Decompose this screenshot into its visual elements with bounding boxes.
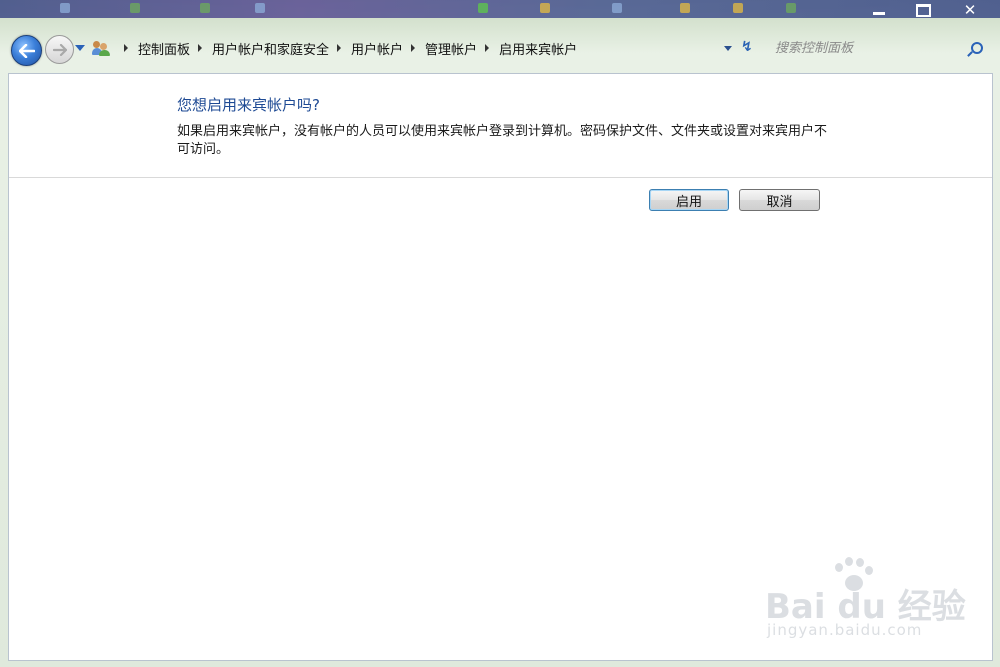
breadcrumb-separator-icon[interactable] (124, 44, 128, 52)
breadcrumb-separator-icon[interactable] (485, 44, 490, 52)
navigation-bar: 控制面板 用户帐户和家庭安全 用户帐户 管理帐户 启用来宾帐户 ↯ (0, 26, 1000, 72)
search-icon[interactable] (971, 42, 983, 54)
back-button[interactable] (11, 35, 42, 66)
background-taskbar-strip (0, 0, 1000, 18)
breadcrumb-manage-accounts[interactable]: 管理帐户 (425, 39, 477, 58)
address-bar[interactable]: 控制面板 用户帐户和家庭安全 用户帐户 管理帐户 启用来宾帐户 (88, 35, 760, 61)
users-icon (92, 40, 110, 56)
minimize-icon (873, 12, 885, 15)
breadcrumb-separator-icon[interactable] (337, 44, 342, 52)
close-button[interactable]: ✕ (950, 0, 990, 20)
close-icon: ✕ (963, 1, 977, 19)
breadcrumb-enable-guest-account[interactable]: 启用来宾帐户 (499, 39, 577, 58)
back-arrow-icon (18, 43, 35, 58)
refresh-icon[interactable]: ↯ (741, 39, 753, 55)
enable-button[interactable]: 启用 (649, 189, 729, 211)
recent-pages-dropdown[interactable] (75, 45, 85, 51)
search-box[interactable] (767, 35, 989, 62)
control-panel-window: ✕ 控制面板 用户帐户和家庭安全 用户帐户 管理帐户 启用来宾帐户 ↯ 搜索控制… (0, 0, 1000, 667)
content-pane: 您想启用来宾帐户吗? 如果启用来宾帐户，没有帐户的人员可以使用来宾帐户登录到计算… (8, 73, 993, 661)
address-dropdown-icon[interactable] (724, 46, 732, 51)
cancel-button[interactable]: 取消 (739, 189, 820, 211)
divider (9, 177, 992, 178)
breadcrumb-control-panel[interactable]: 控制面板 (138, 39, 190, 58)
search-input[interactable] (767, 40, 967, 57)
minimize-button[interactable] (862, 0, 896, 20)
breadcrumb-separator-icon[interactable] (411, 44, 416, 52)
breadcrumb-user-accounts[interactable]: 用户帐户 (351, 39, 403, 58)
maximize-icon (915, 3, 931, 17)
dialog-question: 您想启用来宾帐户吗? (177, 96, 320, 114)
forward-arrow-icon (52, 43, 67, 56)
dialog-description: 如果启用来宾帐户，没有帐户的人员可以使用来宾帐户登录到计算机。密码保护文件、文件… (177, 124, 828, 157)
forward-button[interactable] (45, 35, 74, 64)
breadcrumb-user-accounts-family-safety[interactable]: 用户帐户和家庭安全 (212, 39, 329, 58)
breadcrumb-separator-icon[interactable] (198, 44, 203, 52)
maximize-button[interactable] (906, 0, 940, 20)
